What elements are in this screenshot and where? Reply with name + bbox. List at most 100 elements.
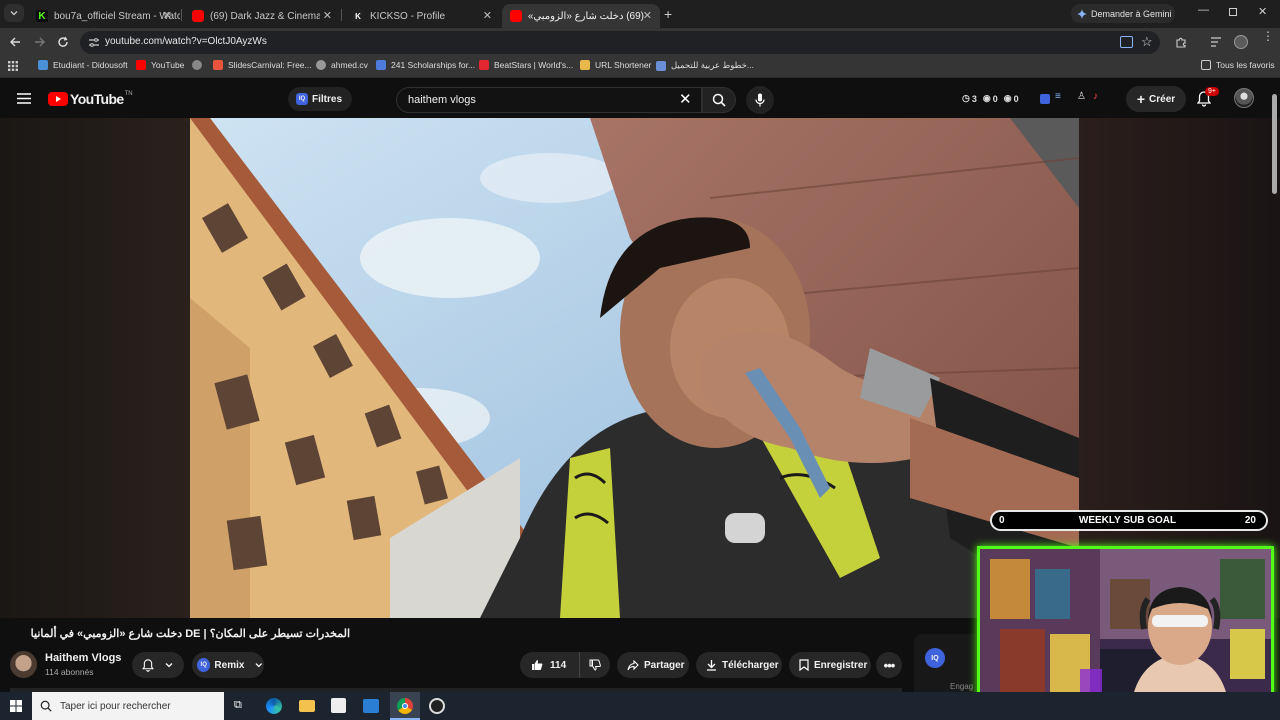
bookmark-slidescarnival[interactable]: SlidesCarnival: Free...	[213, 60, 312, 70]
tab-list-dropdown[interactable]	[4, 4, 24, 22]
gemini-button[interactable]: Demander à Gemini	[1071, 4, 1175, 23]
search-button[interactable]	[702, 87, 736, 113]
taskbar-search-box[interactable]: Taper ici pour rechercher	[32, 692, 224, 720]
mail-icon[interactable]	[363, 699, 379, 713]
video-thumbnail-image	[190, 118, 1079, 618]
youtube-icon	[510, 10, 522, 22]
tab-title: KICKSO - Profile	[370, 10, 446, 22]
like-button[interactable]: 114	[520, 652, 580, 678]
award-icon[interactable]: ♙	[1077, 91, 1086, 102]
iq-icon: IQ	[197, 658, 211, 672]
bookmark-url-shortener[interactable]: URL Shortener	[580, 60, 651, 70]
bookmark-arabic-fonts[interactable]: خطوط عربية للتحميل...	[656, 60, 754, 71]
channel-name[interactable]: Haithem Vlogs	[45, 652, 121, 664]
clock-icon: ◷	[962, 93, 970, 103]
edge-icon[interactable]	[266, 698, 282, 714]
chrome-icon[interactable]	[390, 692, 420, 720]
more-actions-button[interactable]: •••	[876, 652, 902, 678]
close-tab-icon[interactable]: ✕	[643, 9, 652, 22]
bookmark-star-icon[interactable]: ☆	[1141, 34, 1153, 50]
chevron-down-icon	[165, 663, 173, 668]
bookmark-globe[interactable]	[192, 60, 207, 70]
sub-goal-target: 20	[1244, 515, 1256, 526]
extensions-puzzle-icon[interactable]	[1175, 36, 1187, 48]
save-button[interactable]: Enregistrer	[789, 652, 871, 678]
new-tab-button[interactable]: +	[664, 6, 672, 22]
globe-icon	[192, 60, 202, 70]
install-app-icon[interactable]	[1120, 36, 1133, 48]
iq-extension-icon[interactable]	[1040, 94, 1050, 104]
download-button[interactable]: Télécharger	[696, 652, 782, 678]
like-dislike-group: 114	[520, 652, 610, 678]
browser-menu-icon[interactable]: ⋮	[1262, 30, 1274, 42]
youtube-icon	[136, 60, 146, 70]
bookmark-didousoft[interactable]: Etudiant - Didousoft	[38, 60, 128, 70]
channel-avatar[interactable]	[10, 651, 37, 678]
hamburger-menu-icon[interactable]	[17, 93, 31, 104]
apps-grid-icon[interactable]	[8, 61, 18, 71]
forward-arrow-icon[interactable]	[34, 36, 46, 48]
windows-start-icon[interactable]	[10, 700, 22, 712]
voice-search-button[interactable]	[746, 86, 774, 114]
browser-tab-kick[interactable]: K bou7a_officiel Stream - Watch L ✕	[28, 4, 180, 28]
close-tab-icon[interactable]: ✕	[163, 9, 172, 22]
reading-list-icon[interactable]	[1210, 37, 1222, 47]
address-bar[interactable]: youtube.com/watch?v=OlctJ0AyzWs ☆	[80, 31, 1160, 54]
bookmarks-bar: Etudiant - Didousoft YouTube SlidesCarni…	[0, 56, 1280, 78]
search-input[interactable]: haithem vlogs	[408, 94, 476, 106]
bookmark-youtube[interactable]: YouTube	[136, 60, 184, 70]
browser-tab-kickso[interactable]: K KICKSO - Profile ✕	[344, 4, 500, 28]
restore-window-icon[interactable]	[1229, 8, 1237, 16]
thumbs-down-icon	[589, 659, 601, 671]
notification-bell-button[interactable]	[132, 652, 184, 678]
search-box[interactable]: haithem vlogs ✕	[396, 87, 702, 113]
bookmark-ahmed-cv[interactable]: ahmed.cv	[316, 60, 368, 70]
close-tab-icon[interactable]: ✕	[323, 9, 332, 22]
youtube-play-logo-icon	[48, 92, 68, 106]
remix-button[interactable]: IQ Remix	[192, 652, 264, 678]
minimize-window-icon[interactable]: —	[1198, 4, 1209, 16]
subscriber-count: 114 abonnés	[45, 667, 94, 677]
filters-button[interactable]: IQ Filtres	[288, 87, 353, 111]
notifications-button[interactable]: 9+	[1196, 87, 1219, 112]
chevron-down-icon	[10, 11, 18, 16]
engagement-label: Engag	[950, 682, 974, 691]
file-explorer-icon[interactable]	[299, 700, 315, 712]
account-avatar[interactable]	[1234, 88, 1254, 108]
share-button[interactable]: Partager	[617, 652, 689, 678]
ambient-right	[1079, 118, 1280, 618]
microsoft-store-icon[interactable]	[331, 698, 346, 713]
dislike-button[interactable]	[580, 652, 610, 678]
bookmark-beatstars[interactable]: BeatStars | World's...	[479, 60, 573, 70]
alert-icon[interactable]: ♪	[1093, 91, 1098, 102]
site-settings-icon[interactable]	[88, 37, 100, 48]
video-frame[interactable]	[190, 118, 1079, 618]
create-button[interactable]: + Créer	[1126, 86, 1186, 112]
browser-tab-dark-jazz[interactable]: (69) Dark Jazz & Cinematic Trip ✕	[184, 4, 340, 28]
youtube-logo[interactable]: YouTube TN	[48, 91, 133, 107]
thumbs-up-icon	[532, 660, 543, 670]
scholarship-icon	[376, 60, 386, 70]
taskbar-search-placeholder: Taper ici pour rechercher	[60, 700, 171, 712]
close-window-icon[interactable]: ✕	[1258, 5, 1267, 18]
all-bookmarks-folder[interactable]: Tous les favoris	[1201, 60, 1275, 70]
chevron-down-icon	[255, 663, 263, 668]
clear-search-icon[interactable]: ✕	[679, 90, 692, 108]
youtube-icon	[192, 10, 204, 22]
obs-icon[interactable]	[429, 698, 445, 714]
close-tab-icon[interactable]: ✕	[483, 9, 492, 22]
browser-tab-current-video[interactable]: (69) دخلت شارع «الزومبي» د ✕	[502, 4, 660, 28]
iq-icon: IQ	[296, 93, 308, 105]
plus-icon: +	[1136, 91, 1146, 107]
eye-icon: ◉	[1003, 93, 1012, 103]
profile-avatar[interactable]	[1234, 35, 1248, 49]
list-icon[interactable]: ≡	[1055, 91, 1061, 102]
video-title: المخدرات تسيطر على المكان؟ | DE دخلت شار…	[30, 628, 350, 640]
back-arrow-icon[interactable]	[9, 36, 21, 48]
browser-toolbar: youtube.com/watch?v=OlctJ0AyzWs ☆ ⋮	[0, 28, 1280, 56]
iq-side-button[interactable]: IQ	[925, 648, 945, 668]
bookmark-scholarships[interactable]: 241 Scholarships for...	[376, 60, 475, 70]
page-scrollbar[interactable]	[1272, 94, 1277, 194]
reload-icon[interactable]	[57, 36, 69, 48]
task-view-icon[interactable]: ⧉	[234, 699, 242, 712]
